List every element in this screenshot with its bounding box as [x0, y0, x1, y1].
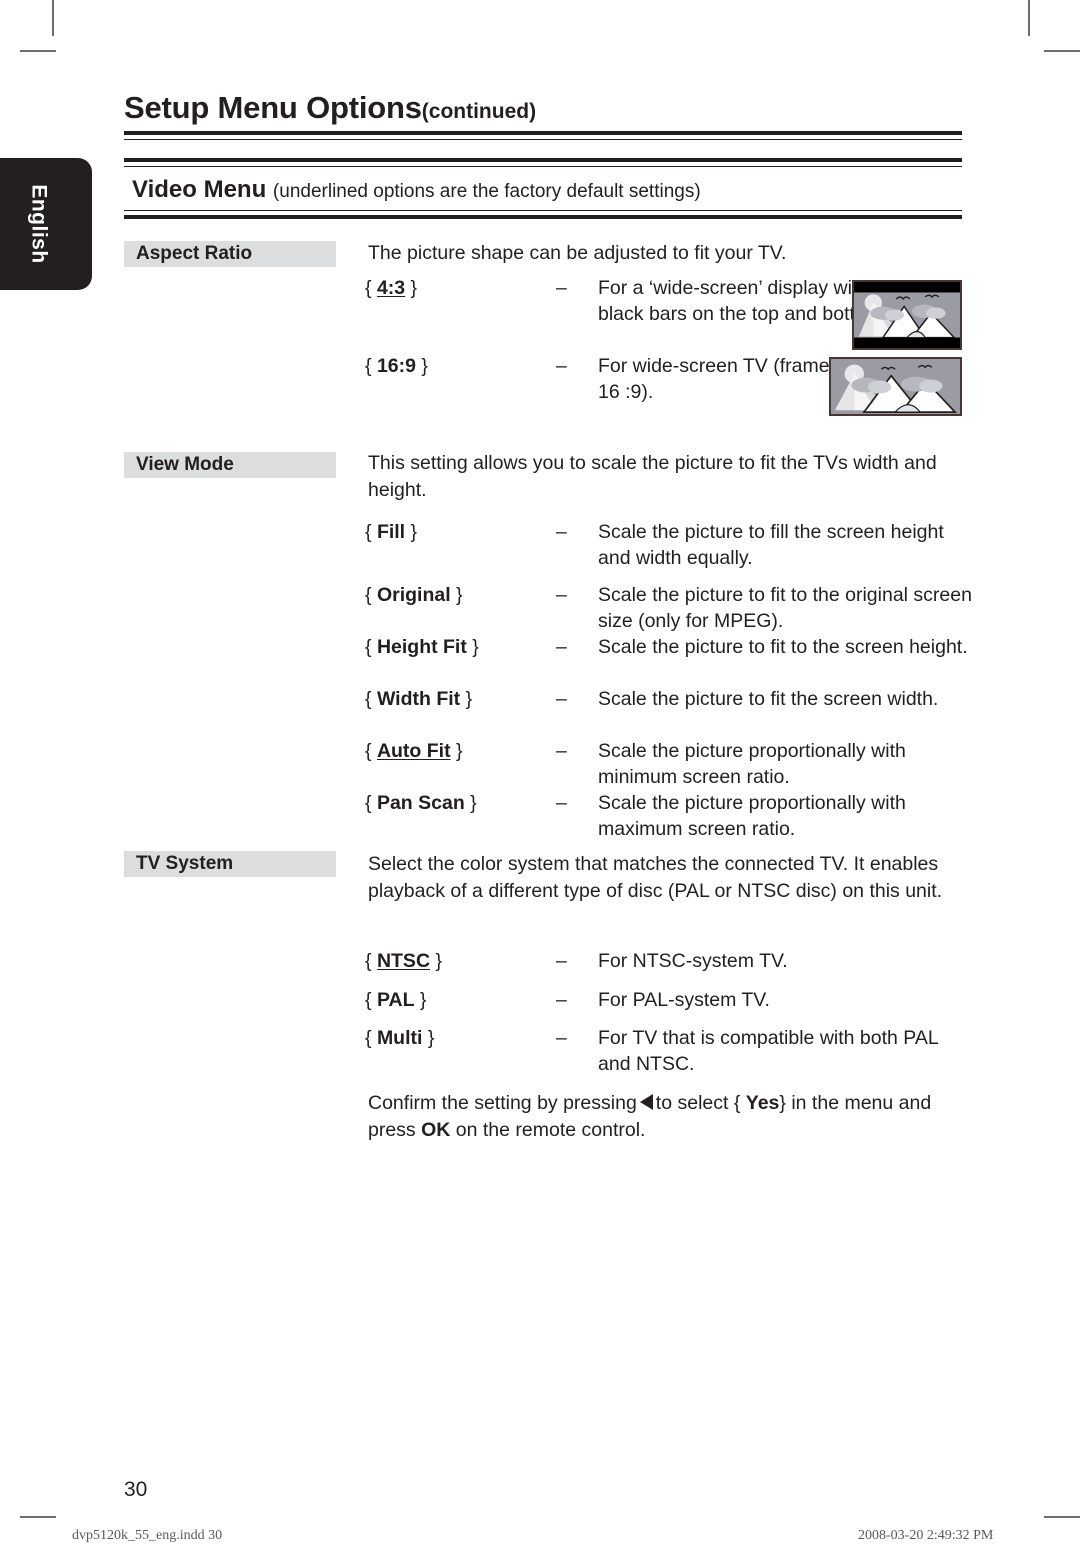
section-label-aspect-ratio: Aspect Ratio	[124, 241, 336, 267]
option-dash-pan-scan: –	[556, 792, 567, 814]
option-dash-ntsc: –	[556, 950, 567, 972]
banner-rule-top-thin	[124, 166, 962, 167]
option-dash-fill: –	[556, 521, 567, 543]
section-label-tv-system: TV System	[124, 851, 336, 877]
thumbnail-aspect-16-9	[829, 357, 962, 416]
option-desc-original: Scale the picture to fit to the original…	[598, 584, 972, 632]
option-term-pal-value: PAL	[376, 989, 415, 1011]
page-title: Setup Menu Options(continued)	[124, 90, 536, 126]
title-rule-thin	[124, 139, 962, 140]
option-term-ntsc-value: NTSC	[376, 950, 431, 972]
option-term-ntsc: { NTSC }	[365, 950, 442, 972]
option-term-16-9: { 16:9 }	[365, 355, 428, 377]
section-banner-title: Video Menu (underlined options are the f…	[132, 176, 701, 204]
page-number: 30	[124, 1478, 148, 1501]
option-term-pan-scan-value: Pan Scan	[376, 792, 465, 814]
option-term-height-fit-value: Height Fit	[376, 636, 467, 658]
closing-emphasis-ok: OK	[421, 1119, 451, 1141]
option-desc-pan-scan: Scale the picture proportionally with ma…	[598, 792, 906, 840]
section-banner-note: (underlined options are the factory defa…	[272, 181, 701, 202]
footer-file-name: dvp5120k_55_eng.indd 30	[72, 1528, 223, 1543]
thumbnail-aspect-4-3	[852, 280, 962, 350]
crop-mark-top-left-vertical	[52, 0, 54, 36]
option-dash-original: –	[556, 584, 567, 606]
option-term-fill: { Fill }	[365, 521, 418, 543]
option-term-height-fit: { Height Fit }	[365, 636, 479, 658]
option-term-multi-value: Multi	[376, 1027, 423, 1049]
banner-rule-bottom-thick	[124, 215, 962, 219]
page-content: Setup Menu Options(continued) Video Menu…	[124, 0, 972, 1567]
option-dash-width-fit: –	[556, 688, 567, 710]
option-term-16-9-value: 16:9	[376, 355, 416, 377]
option-term-auto-fit: { Auto Fit }	[365, 740, 463, 762]
title-rule-thick	[124, 131, 962, 135]
option-term-4-3: { 4:3 }	[365, 277, 418, 299]
crop-mark-bottom-left-horizontal	[20, 1516, 56, 1518]
option-desc-multi: For TV that is compatible with both PAL …	[598, 1027, 938, 1075]
option-term-pal: { PAL }	[365, 989, 427, 1011]
option-dash-pal: –	[556, 989, 567, 1011]
footer-timestamp: 2008-03-20 2:49:32 PM	[858, 1528, 994, 1543]
option-term-auto-fit-value: Auto Fit	[376, 740, 451, 762]
closing-part-2: to select {	[655, 1092, 741, 1114]
section-banner-main: Video Menu	[132, 176, 267, 203]
option-dash-multi: –	[556, 1027, 567, 1049]
page-title-main: Setup Menu Options	[124, 90, 422, 125]
option-dash-height-fit: –	[556, 636, 567, 658]
section-intro-view-mode: This setting allows you to scale the pic…	[368, 452, 937, 501]
option-desc-ntsc: For NTSC-system TV.	[598, 950, 788, 972]
left-arrow-button-icon	[639, 1094, 653, 1110]
closing-instruction: Confirm the setting by pressing to select…	[368, 1090, 968, 1144]
option-term-fill-value: Fill	[376, 521, 406, 543]
option-dash-auto-fit: –	[556, 740, 567, 762]
closing-emphasis-yes: Yes	[745, 1092, 780, 1114]
option-desc-fill: Scale the picture to fill the screen hei…	[598, 521, 944, 569]
option-desc-pal: For PAL-system TV.	[598, 989, 770, 1011]
section-intro-aspect-ratio: The picture shape can be adjusted to fit…	[368, 242, 787, 264]
closing-part-1: Confirm the setting by pressing	[368, 1092, 637, 1114]
option-desc-auto-fit: Scale the picture proportionally with mi…	[598, 740, 906, 788]
language-tab-label: English	[27, 184, 51, 264]
option-dash-4-3: –	[556, 277, 567, 299]
option-term-width-fit: { Width Fit }	[365, 688, 473, 710]
page-title-continued: (continued)	[421, 100, 537, 123]
option-dash-16-9: –	[556, 355, 567, 377]
crop-mark-top-left-horizontal	[20, 50, 56, 52]
option-desc-height-fit: Scale the picture to fit to the screen h…	[598, 636, 968, 658]
banner-rule-top-thick	[124, 158, 962, 162]
crop-mark-bottom-right-horizontal	[1044, 1516, 1080, 1518]
crop-mark-top-right-horizontal	[1044, 50, 1080, 52]
option-desc-width-fit: Scale the picture to fit the screen widt…	[598, 688, 939, 710]
option-term-width-fit-value: Width Fit	[376, 688, 461, 710]
option-term-original-value: Original	[376, 584, 451, 606]
section-label-view-mode: View Mode	[124, 452, 336, 478]
language-tab: English	[0, 158, 92, 290]
closing-part-4: on the remote control.	[455, 1119, 646, 1141]
option-term-multi: { Multi }	[365, 1027, 435, 1049]
banner-rule-bottom-thin	[124, 210, 962, 211]
crop-mark-top-right-vertical	[1028, 0, 1030, 36]
option-term-pan-scan: { Pan Scan }	[365, 792, 477, 814]
section-intro-tv-system: Select the color system that matches the…	[368, 853, 943, 902]
option-term-original: { Original }	[365, 584, 463, 606]
option-term-4-3-value: 4:3	[376, 277, 406, 299]
